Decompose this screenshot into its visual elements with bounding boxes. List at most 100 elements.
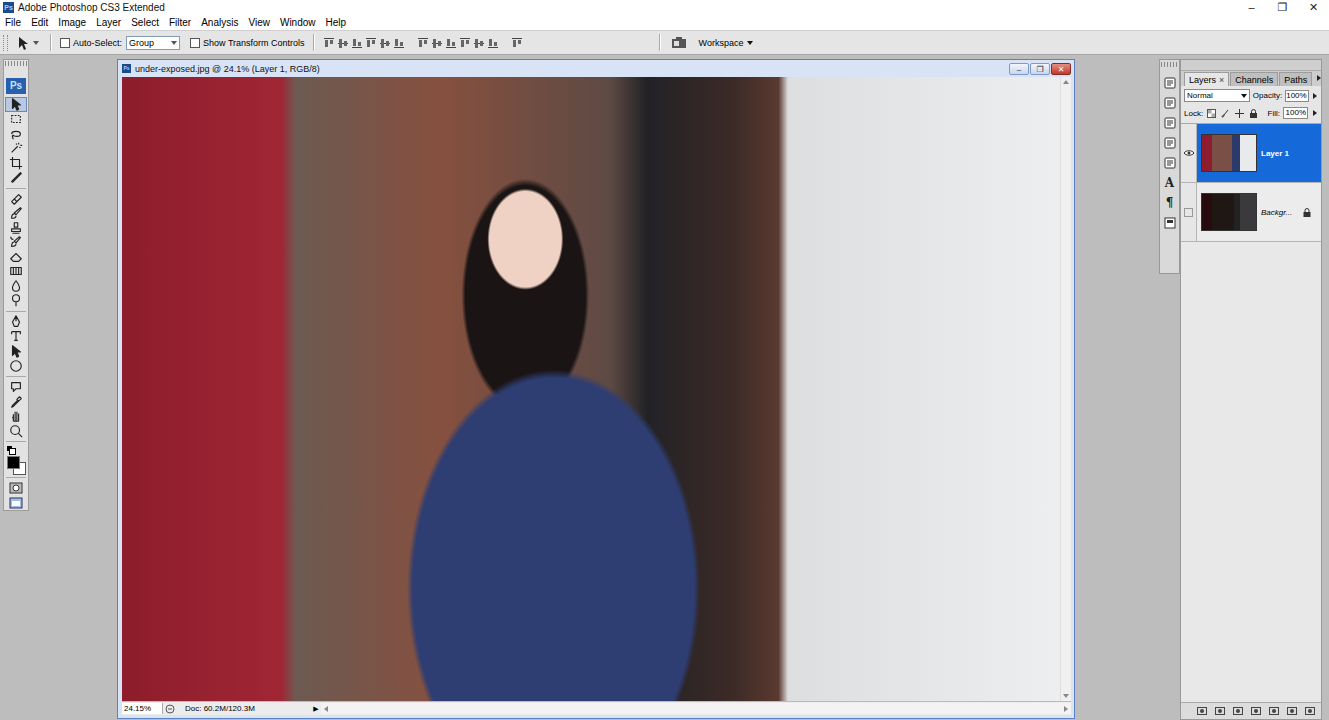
layer-name[interactable]: Backgr...	[1261, 208, 1299, 217]
fill-slider-button[interactable]	[1311, 110, 1318, 116]
tool-button[interactable]	[5, 358, 27, 373]
tool-button[interactable]	[5, 394, 27, 409]
tool-button[interactable]	[5, 409, 27, 424]
menu-item[interactable]: Layer	[91, 15, 126, 30]
tool-button[interactable]	[5, 329, 27, 344]
tool-button[interactable]	[5, 126, 27, 141]
distribute-top-icon[interactable]	[417, 36, 429, 50]
menu-item[interactable]: Filter	[164, 15, 196, 30]
distribute-left-icon[interactable]	[459, 36, 471, 50]
menu-item[interactable]: Help	[321, 15, 352, 30]
panel-header[interactable]	[1181, 60, 1321, 71]
menu-item[interactable]: Edit	[26, 15, 53, 30]
lock-transparency-icon[interactable]	[1206, 108, 1217, 119]
distribute-bottom-icon[interactable]	[445, 36, 457, 50]
workspace-menu[interactable]: Workspace	[693, 38, 758, 48]
dock-panel-button[interactable]: A	[1161, 175, 1178, 191]
align-top-icon[interactable]	[323, 36, 335, 50]
panel-tab[interactable]: Paths	[1279, 72, 1312, 86]
dock-panel-button[interactable]	[1161, 115, 1178, 131]
tool-button[interactable]	[5, 206, 27, 221]
tool-button[interactable]	[5, 423, 27, 438]
auto-select-checkbox[interactable]: Auto-Select:	[60, 38, 122, 48]
lock-pixels-icon[interactable]	[1220, 108, 1231, 119]
document-control-button[interactable]: –	[1009, 63, 1029, 75]
blend-mode-dropdown[interactable]: Normal	[1184, 89, 1250, 102]
layers-footer-button[interactable]	[1213, 705, 1227, 717]
tool-button[interactable]	[5, 112, 27, 127]
opacity-field[interactable]: 100%	[1285, 90, 1308, 102]
panel-grip-icon[interactable]	[5, 61, 27, 66]
layer-name[interactable]: Layer 1	[1261, 149, 1321, 158]
tool-button[interactable]	[5, 170, 27, 185]
align-left-icon[interactable]	[365, 36, 377, 50]
grip-icon[interactable]	[3, 35, 8, 51]
menu-item[interactable]: Image	[53, 15, 91, 30]
layer-row[interactable]: Backgr...	[1181, 183, 1321, 242]
palette-well-button[interactable]	[669, 35, 689, 51]
ps-logo-icon[interactable]: Ps	[6, 78, 26, 94]
layers-footer-button[interactable]	[1231, 705, 1245, 717]
tool-button[interactable]	[5, 279, 27, 294]
dock-panel-button[interactable]: ¶	[1161, 195, 1178, 211]
tool-button[interactable]	[5, 315, 27, 330]
panel-menu-button[interactable]	[1313, 72, 1325, 86]
screen-mode-button[interactable]	[5, 495, 27, 510]
horizontal-scrollbar[interactable]	[321, 703, 1071, 714]
panel-grip-icon[interactable]	[1161, 62, 1178, 67]
tool-button[interactable]	[5, 97, 27, 112]
layer-row[interactable]: Layer 1	[1181, 124, 1321, 183]
menu-item[interactable]: View	[243, 15, 275, 30]
tool-preset-picker[interactable]	[12, 35, 42, 51]
layers-footer-button[interactable]	[1267, 705, 1281, 717]
opacity-slider-button[interactable]	[1312, 93, 1318, 99]
dock-panel-button[interactable]	[1161, 135, 1178, 151]
photo-canvas[interactable]	[122, 77, 1060, 701]
vertical-scrollbar[interactable]	[1060, 77, 1071, 701]
tool-button[interactable]	[5, 221, 27, 236]
panel-tab[interactable]: Channels	[1230, 72, 1278, 86]
status-menu-button[interactable]: ▶	[311, 705, 321, 713]
tool-button[interactable]	[5, 155, 27, 170]
tool-button[interactable]	[5, 380, 27, 395]
dock-panel-button[interactable]	[1161, 155, 1178, 171]
status-icon[interactable]	[163, 704, 177, 714]
dock-panel-button[interactable]	[1161, 95, 1178, 111]
window-control-button[interactable]: ❐	[1267, 0, 1298, 15]
dock-panel-button[interactable]	[1161, 75, 1178, 91]
scroll-down-icon[interactable]	[1063, 694, 1069, 698]
auto-select-mode-dropdown[interactable]: Group	[126, 36, 180, 50]
distribute-right-icon[interactable]	[487, 36, 499, 50]
layers-footer-button[interactable]	[1195, 705, 1209, 717]
panel-tab[interactable]: Layers×	[1184, 72, 1229, 86]
foreground-color-swatch[interactable]	[7, 456, 20, 469]
zoom-field[interactable]: 24.15%	[122, 703, 163, 714]
lock-position-icon[interactable]	[1234, 108, 1245, 119]
tool-button[interactable]	[5, 250, 27, 265]
document-control-button[interactable]: ❐	[1030, 63, 1050, 75]
scroll-right-icon[interactable]	[1064, 706, 1068, 712]
align-vcenter-icon[interactable]	[337, 36, 349, 50]
distribute-vcenter-icon[interactable]	[431, 36, 443, 50]
visibility-toggle[interactable]	[1181, 124, 1197, 182]
visibility-toggle[interactable]	[1181, 183, 1197, 241]
auto-align-icon[interactable]	[511, 36, 523, 50]
align-right-icon[interactable]	[393, 36, 405, 50]
scroll-up-icon[interactable]	[1063, 80, 1069, 84]
align-hcenter-icon[interactable]	[379, 36, 391, 50]
default-colors-icon[interactable]	[6, 445, 26, 455]
tool-button[interactable]	[5, 293, 27, 308]
tab-close-button[interactable]: ×	[1219, 75, 1224, 85]
menu-item[interactable]: Window	[275, 15, 321, 30]
menu-item[interactable]: Analysis	[196, 15, 243, 30]
window-control-button[interactable]: –	[1236, 0, 1267, 15]
layers-footer-button[interactable]	[1303, 705, 1317, 717]
tool-button[interactable]	[5, 344, 27, 359]
menu-item[interactable]: Select	[126, 15, 164, 30]
quick-mask-button[interactable]	[5, 481, 27, 496]
show-transform-checkbox[interactable]: Show Transform Controls	[190, 38, 305, 48]
menu-item[interactable]: File	[0, 15, 26, 30]
align-bottom-icon[interactable]	[351, 36, 363, 50]
tool-button[interactable]	[5, 191, 27, 206]
layers-footer-button[interactable]	[1249, 705, 1263, 717]
